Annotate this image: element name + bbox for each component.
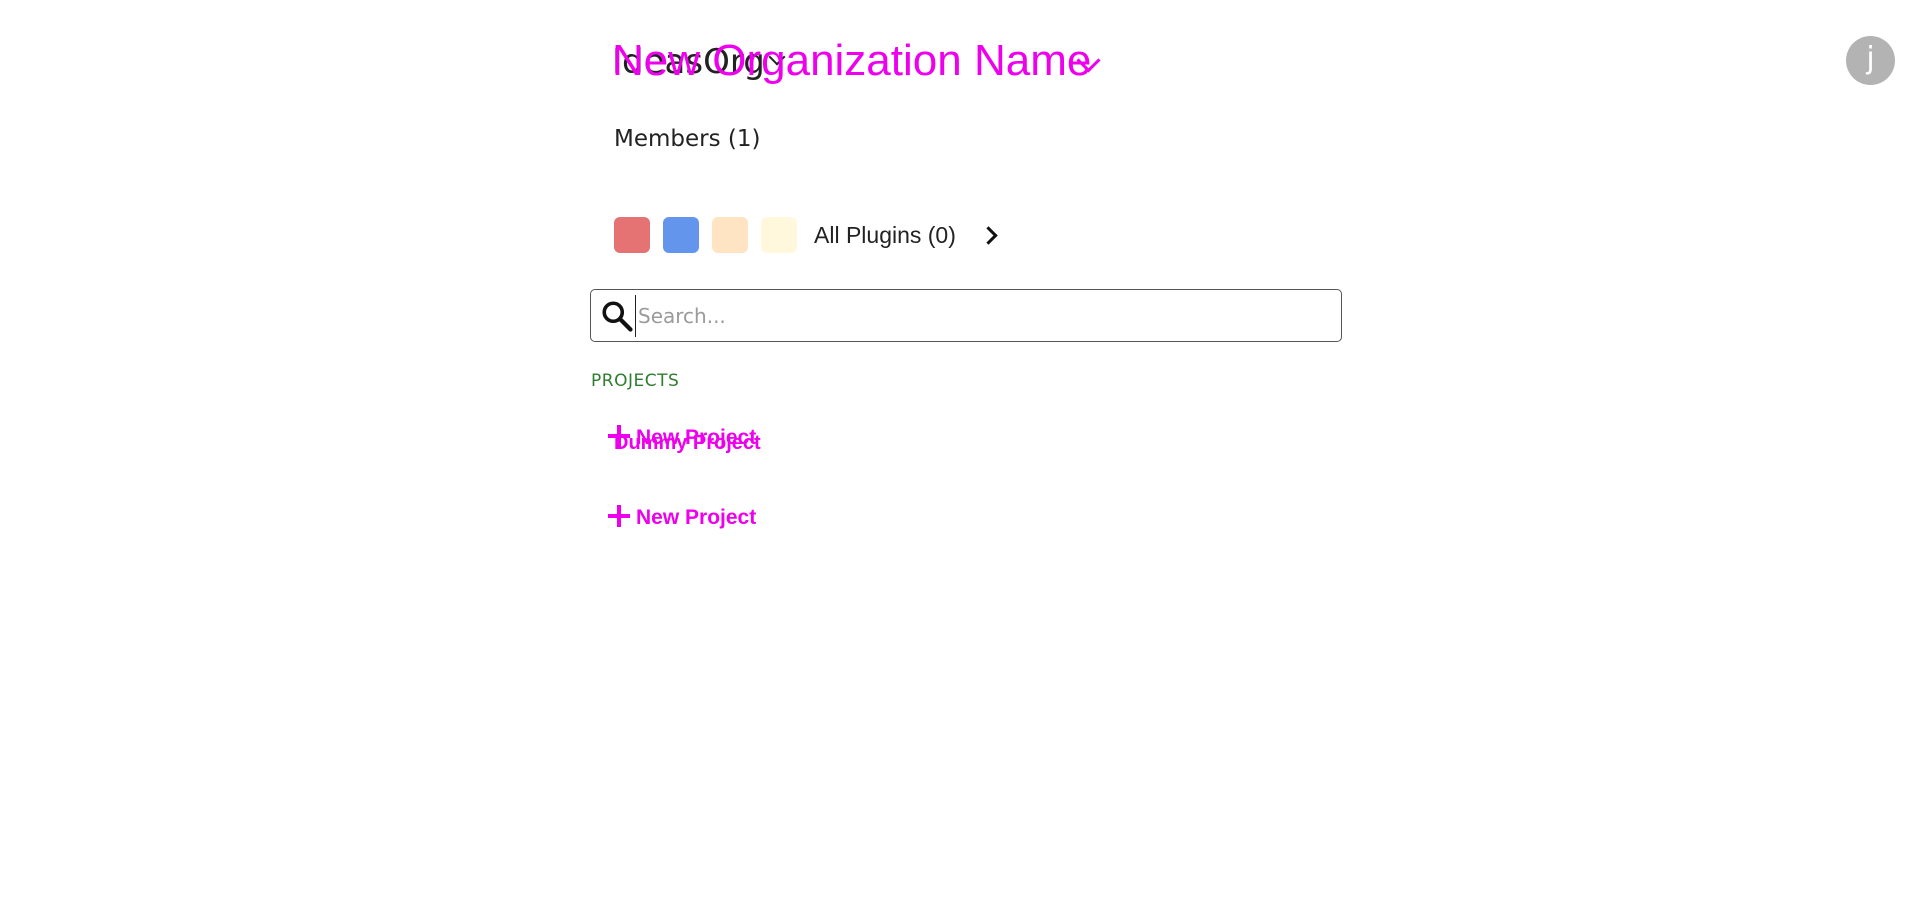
page: IdeasOrg New Organization Name j Members… [0,0,1925,899]
new-project-label: New Project [636,506,757,529]
search-input[interactable] [635,294,1320,337]
org-switcher[interactable]: IdeasOrg New Organization Name [612,36,1132,88]
plugins-row[interactable]: All Plugins (0) [614,216,998,254]
search-icon [602,300,633,332]
plugin-swatch-blue [663,217,699,253]
new-project-label: New Project [636,426,757,449]
members-link[interactable]: Members (1) [614,126,760,152]
plus-icon [608,425,630,448]
plugin-swatch-red [614,217,650,253]
plugin-swatch-peach [712,217,748,253]
search-box[interactable] [590,289,1342,342]
user-avatar[interactable]: j [1846,36,1895,85]
chevron-right-icon[interactable] [979,225,998,245]
new-project-button[interactable]: New Project [608,505,757,530]
plugin-swatch-cream [761,217,797,253]
plus-icon [608,505,630,528]
org-name-overlay[interactable]: New Organization Name [612,36,1091,86]
new-project-button-overlay[interactable]: New Project [608,425,757,450]
projects-heading: PROJECTS [591,371,680,391]
all-plugins-label[interactable]: All Plugins (0) [814,222,956,249]
